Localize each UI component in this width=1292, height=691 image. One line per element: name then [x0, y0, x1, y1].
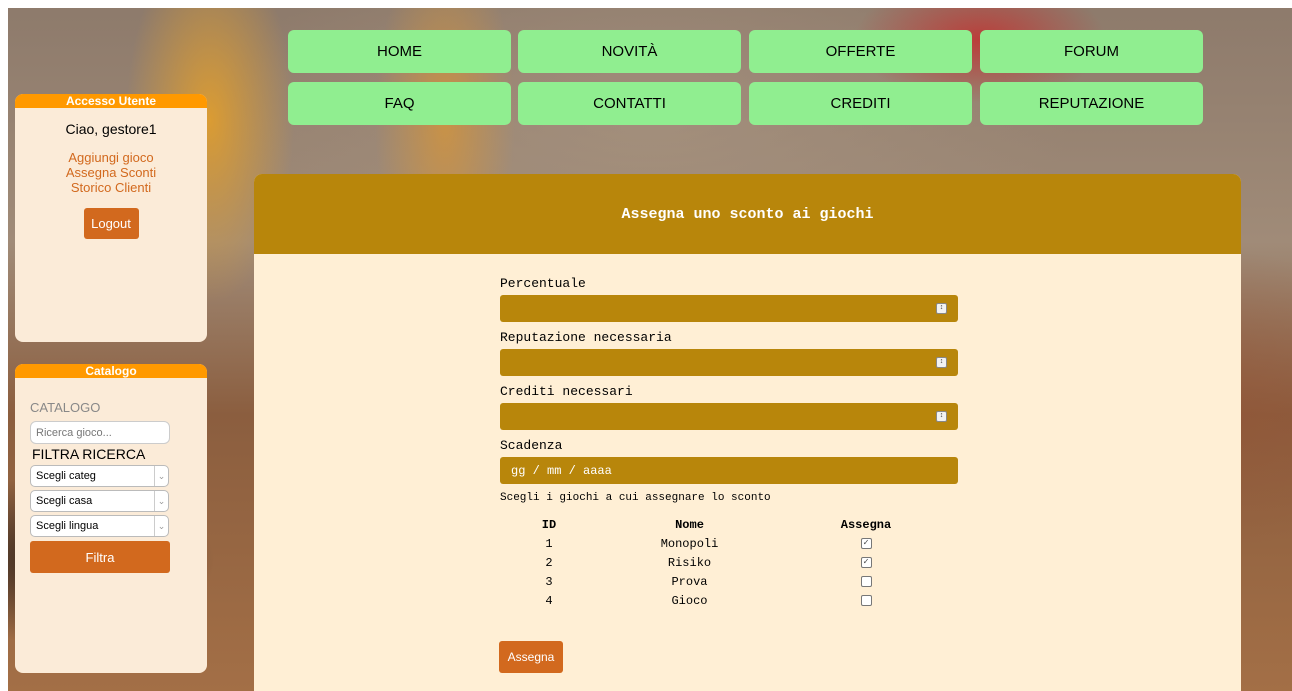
assign-checkbox[interactable]: ✓ [860, 556, 872, 568]
spin-arrows-icon[interactable]: ↕ [936, 303, 947, 314]
reputation-label: Reputazione necessaria [500, 330, 672, 345]
games-table: ID Nome Assegna 1 Monopoli ✓ 2 Risiko ✓ … [500, 515, 951, 610]
link-assegna-sconti[interactable]: Assegna Sconti [15, 165, 207, 180]
game-name: Prova [671, 574, 708, 589]
chevron-down-icon: ⌄ [154, 516, 168, 536]
page-title: Assegna uno sconto ai giochi [254, 174, 1241, 254]
game-name: Risiko [667, 555, 712, 570]
user-access-panel: Accesso Utente Ciao, gestore1 Aggiungi g… [15, 94, 207, 342]
category-select[interactable]: Scegli categ ⌄ [30, 465, 169, 487]
column-header-nome: Nome [675, 517, 704, 532]
house-select-value: Scegli casa [36, 495, 93, 507]
chevron-down-icon: ⌄ [154, 466, 168, 486]
nav-novita[interactable]: NOVITÀ [518, 30, 741, 73]
nav-offerte[interactable]: OFFERTE [749, 30, 972, 73]
category-select-value: Scegli categ [36, 470, 96, 482]
link-storico-clienti[interactable]: Storico Clienti [15, 180, 207, 195]
assign-checkbox[interactable] [860, 575, 872, 587]
assign-checkbox[interactable] [860, 594, 872, 606]
game-id: 3 [545, 574, 553, 589]
percentage-input[interactable]: ↕ [500, 295, 958, 322]
game-id: 1 [545, 536, 553, 551]
language-select-value: Scegli lingua [36, 520, 99, 532]
discount-form: Percentuale ↕ Reputazione necessaria ↕ C… [500, 276, 958, 610]
nav-crediti[interactable]: CREDITI [749, 82, 972, 125]
window-left-edge [0, 0, 8, 691]
house-select[interactable]: Scegli casa ⌄ [30, 490, 169, 512]
column-header-assegna: Assegna [840, 517, 892, 532]
nav-contatti[interactable]: CONTATTI [518, 82, 741, 125]
window-top-edge [0, 0, 1292, 8]
table-row: 3 Prova [500, 572, 951, 591]
table-header-row: ID Nome Assegna [500, 515, 951, 534]
nav-home[interactable]: HOME [288, 30, 511, 73]
spin-arrows-icon[interactable]: ↕ [936, 357, 947, 368]
percentage-label: Percentuale [500, 276, 586, 291]
table-row: 1 Monopoli ✓ [500, 534, 951, 553]
nav-forum[interactable]: FORUM [980, 30, 1203, 73]
deadline-date-input[interactable]: gg / mm / aaaa [500, 457, 958, 484]
catalog-title: CATALOGO [30, 400, 101, 415]
language-select[interactable]: Scegli lingua ⌄ [30, 515, 169, 537]
nav-reputazione[interactable]: REPUTAZIONE [980, 82, 1203, 125]
user-greeting: Ciao, gestore1 [65, 121, 157, 137]
nav-faq[interactable]: FAQ [288, 82, 511, 125]
game-id: 4 [545, 593, 553, 608]
catalog-panel: Catalogo CATALOGO FILTRA RICERCA Scegli … [15, 364, 207, 673]
game-id: 2 [545, 555, 553, 570]
chevron-down-icon: ⌄ [154, 491, 168, 511]
games-note: Scegli i giochi a cui assegnare lo scont… [500, 492, 771, 504]
deadline-label: Scadenza [500, 438, 563, 453]
credits-input[interactable]: ↕ [500, 403, 958, 430]
column-header-id: ID [541, 517, 557, 532]
logout-button[interactable]: Logout [83, 208, 139, 239]
link-aggiungi-gioco[interactable]: Aggiungi gioco [15, 150, 207, 165]
game-name: Gioco [671, 593, 708, 608]
table-row: 4 Gioco [500, 591, 951, 610]
main-content: Assegna uno sconto ai giochi Percentuale… [254, 174, 1241, 691]
reputation-input[interactable]: ↕ [500, 349, 958, 376]
user-panel-header: Accesso Utente [15, 94, 207, 108]
catalog-panel-header: Catalogo [15, 364, 207, 378]
game-search-input[interactable] [30, 421, 170, 444]
assign-checkbox[interactable]: ✓ [860, 537, 872, 549]
game-name: Monopoli [660, 536, 719, 551]
filter-title: FILTRA RICERCA [32, 446, 146, 462]
assign-button[interactable]: Assegna [499, 641, 563, 673]
filter-button[interactable]: Filtra [30, 541, 170, 573]
table-row: 2 Risiko ✓ [500, 553, 951, 572]
spin-arrows-icon[interactable]: ↕ [936, 411, 947, 422]
admin-links: Aggiungi gioco Assegna Sconti Storico Cl… [15, 150, 207, 195]
credits-label: Crediti necessari [500, 384, 633, 399]
